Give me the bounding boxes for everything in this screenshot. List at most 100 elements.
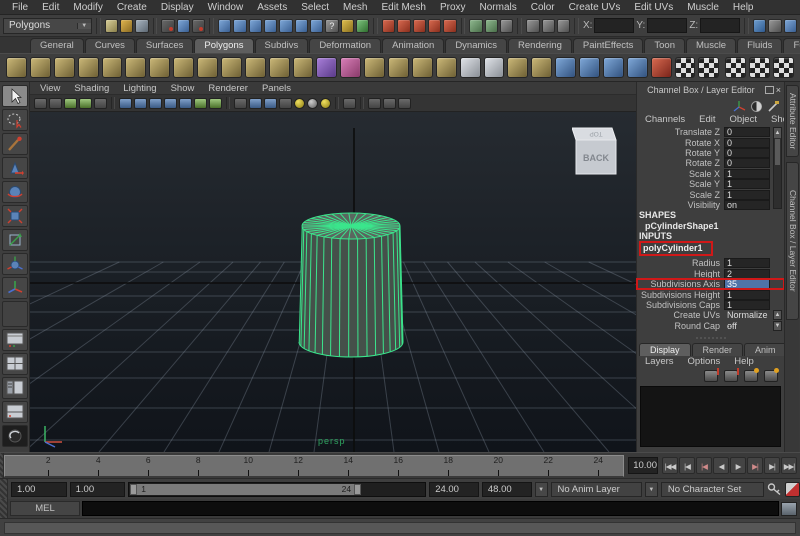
shelf-item-icon[interactable] — [675, 57, 696, 78]
menu-mesh[interactable]: Mesh — [337, 2, 373, 13]
grid-toggle-icon[interactable] — [94, 98, 107, 109]
shelf-tab-toon[interactable]: Toon — [644, 38, 685, 53]
speed-state-icon[interactable] — [750, 100, 763, 113]
shelf-tab-fur[interactable]: Fur — [783, 38, 800, 53]
shelf-item-icon[interactable] — [340, 57, 361, 78]
shelf-item-icon[interactable] — [603, 57, 624, 78]
chevron-down-icon[interactable]: ▼ — [535, 482, 548, 497]
channel-box-title-bar[interactable]: Channel Box / Layer Editor × — [637, 82, 784, 97]
move-tool[interactable] — [2, 157, 28, 179]
shape-node-name[interactable]: pCylinderShape1 — [637, 221, 784, 231]
channel-row[interactable]: Create UVs Normalize ... — [637, 310, 784, 320]
shelf-item-icon[interactable] — [436, 57, 457, 78]
new-scene-icon[interactable] — [105, 19, 118, 33]
menu-display[interactable]: Display — [155, 2, 200, 13]
select-points-icon[interactable] — [233, 19, 246, 33]
menu-window[interactable]: Window — [202, 2, 250, 13]
channels-menu[interactable]: Channels — [639, 114, 691, 127]
rotate-tool[interactable] — [2, 181, 28, 203]
drag-handle[interactable] — [0, 499, 8, 518]
animation-start-field[interactable]: 1.00 — [11, 482, 67, 497]
select-rendering-icon[interactable] — [310, 19, 323, 33]
channel-enum-value[interactable]: off — [724, 321, 770, 331]
snap-grid-icon[interactable] — [382, 19, 395, 33]
shelf-item-icon[interactable] — [725, 57, 746, 78]
x-input[interactable] — [594, 18, 634, 33]
channel-row[interactable]: Scale Z 1 — [637, 189, 784, 199]
snap-curve-icon[interactable] — [397, 19, 410, 33]
hyperbolic-icon[interactable] — [767, 100, 780, 113]
channel-value-field[interactable]: 1 — [724, 190, 770, 200]
shelf-item-icon[interactable] — [627, 57, 648, 78]
tab-anim[interactable]: Anim — [744, 343, 787, 356]
shelf-tab-general[interactable]: General — [30, 38, 84, 53]
image-plane-icon[interactable] — [79, 98, 92, 109]
shelf-tab-dynamics[interactable]: Dynamics — [445, 38, 507, 53]
scroll-down-icon[interactable]: ▼ — [773, 321, 782, 331]
close-icon[interactable]: × — [776, 85, 781, 95]
lock-icon[interactable] — [341, 19, 354, 33]
save-scene-icon[interactable] — [135, 19, 148, 33]
menu-set-selector[interactable]: Polygons ▼ — [3, 18, 92, 34]
new-empty-layer-icon[interactable] — [744, 370, 758, 382]
channel-row[interactable]: Height 2 — [637, 269, 784, 279]
shelf-item-icon[interactable] — [54, 57, 75, 78]
shelf-tab-fluids[interactable]: Fluids — [737, 38, 782, 53]
character-set-selector[interactable]: No Character Set — [661, 482, 764, 497]
shelf-item-icon[interactable] — [78, 57, 99, 78]
command-input[interactable] — [82, 501, 779, 516]
channel-enum-value[interactable]: Normalize ... — [724, 310, 770, 320]
layer-list-area[interactable] — [640, 386, 781, 447]
shelf-item-icon[interactable] — [293, 57, 314, 78]
viewport-menu-shading[interactable]: Shading — [68, 83, 115, 94]
tab-display[interactable]: Display — [639, 343, 691, 356]
scale-tool[interactable] — [2, 205, 28, 227]
shelf-item-icon[interactable] — [364, 57, 385, 78]
viewport-menu-show[interactable]: Show — [165, 83, 201, 94]
shelf-tab-polygons[interactable]: Polygons — [194, 38, 253, 53]
pane-layout2-icon[interactable] — [383, 98, 396, 109]
edit-menu[interactable]: Edit — [693, 114, 721, 127]
snap-view-plane-icon[interactable] — [428, 19, 441, 33]
range-slider-track[interactable]: 1 24 — [128, 482, 426, 497]
attribute-editor-tab[interactable]: Attribute Editor — [786, 85, 799, 157]
subdivisions-axis-value-field[interactable]: 35 — [724, 279, 770, 289]
all-lights-icon[interactable] — [320, 98, 331, 109]
y-input[interactable] — [647, 18, 687, 33]
channel-value-field[interactable]: 1 — [724, 290, 770, 300]
move-layer-up-icon[interactable] — [704, 370, 718, 382]
channel-row[interactable]: Visibility on — [637, 200, 784, 210]
shaded-mode-icon[interactable] — [134, 98, 147, 109]
xray-mode-icon[interactable] — [194, 98, 207, 109]
range-end-handle[interactable] — [354, 484, 361, 495]
scroll-up-icon[interactable]: ▲ — [774, 128, 781, 138]
snap-point-icon[interactable] — [413, 19, 426, 33]
viewport-menu-renderer[interactable]: Renderer — [202, 83, 254, 94]
texture-view-icon[interactable] — [209, 98, 222, 109]
go-to-end-button[interactable]: ▶▶| — [781, 457, 797, 474]
playback-range-bar[interactable]: 1 24 — [130, 484, 361, 495]
chevron-down-icon[interactable]: ▼ — [77, 23, 91, 29]
viewport-canvas[interactable]: TOP BACK persp — [30, 112, 636, 452]
playback-start-field[interactable]: 1.00 — [70, 482, 126, 497]
scroll-up-icon[interactable]: ▲ — [773, 310, 782, 320]
new-layer-with-selected-icon[interactable] — [764, 370, 778, 382]
scrollbar-thumb[interactable] — [775, 139, 780, 165]
open-scene-icon[interactable] — [120, 19, 133, 33]
step-forward-key-button[interactable]: ▶| — [747, 457, 763, 474]
shelf-item-icon[interactable] — [245, 57, 266, 78]
menu-file[interactable]: File — [6, 2, 34, 13]
shelf-item-icon[interactable] — [102, 57, 123, 78]
shelf-item-icon[interactable] — [173, 57, 194, 78]
viewport-menu-lighting[interactable]: Lighting — [117, 83, 162, 94]
hypershade-button[interactable] — [2, 425, 28, 447]
output-connections-icon[interactable] — [485, 19, 498, 33]
shelf-tab-rendering[interactable]: Rendering — [508, 38, 572, 53]
shelf-item-icon[interactable] — [555, 57, 576, 78]
channel-row[interactable]: Rotate Z 0 — [637, 158, 784, 168]
select-component-icon[interactable] — [192, 19, 205, 33]
soft-modification-tool[interactable] — [2, 253, 28, 275]
channel-row[interactable]: Rotate Y 0 — [637, 148, 784, 158]
pane-layout3-icon[interactable] — [398, 98, 411, 109]
play-forwards-button[interactable]: ▶ — [730, 457, 746, 474]
